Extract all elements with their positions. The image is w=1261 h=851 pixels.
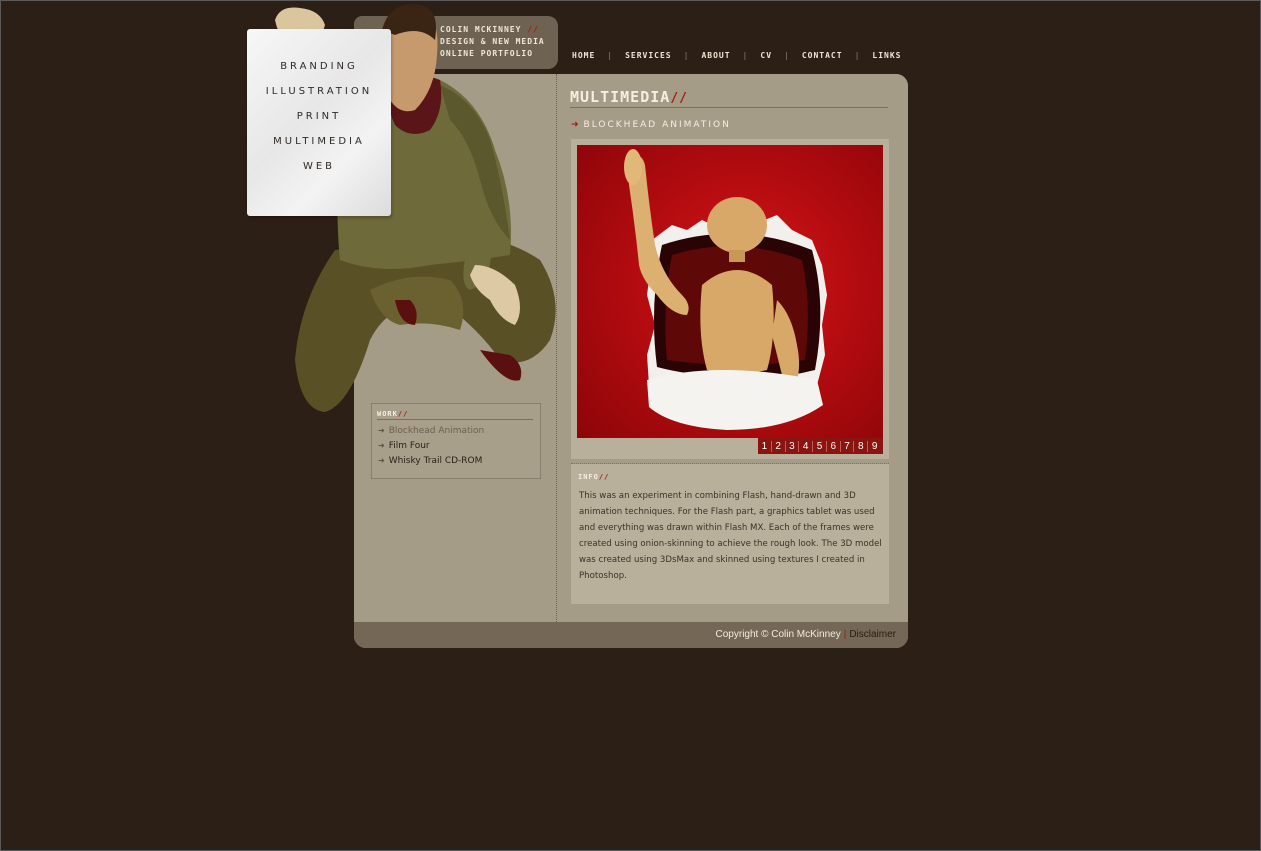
- page-9-link[interactable]: 9: [867, 440, 881, 452]
- footer-separator: |: [843, 629, 847, 640]
- info-label-text: INFO: [578, 473, 599, 481]
- work-label: WORK//: [377, 410, 408, 418]
- section-title: MULTIMEDIA//: [570, 88, 688, 106]
- menu-item-print[interactable]: PRINT: [247, 110, 391, 135]
- work-item-label: Blockhead Animation: [388, 426, 485, 436]
- nav-cv[interactable]: CV: [754, 51, 778, 60]
- section-title-text: MULTIMEDIA: [570, 88, 671, 106]
- nav-home[interactable]: HOME: [566, 51, 601, 60]
- nav-separator: |: [607, 50, 614, 60]
- project-title: ➜ BLOCKHEAD ANIMATION: [571, 120, 731, 130]
- work-item-blockhead-animation[interactable]: ➜ Blockhead Animation: [378, 426, 484, 441]
- work-item-whisky-trail[interactable]: ➜ Whisky Trail CD-ROM: [378, 456, 484, 471]
- image-pager: 1 2 3 4 5 6 7 8 9: [758, 438, 883, 454]
- arrow-icon: ➜: [378, 456, 385, 465]
- work-item-label: Film Four: [388, 441, 430, 451]
- section-title-slash: //: [670, 91, 688, 106]
- footer-bar: Copyright © Colin McKinney | Disclaimer: [354, 622, 908, 648]
- nav-contact[interactable]: CONTACT: [796, 51, 849, 60]
- info-label-slash: //: [598, 473, 610, 481]
- copyright-text: Copyright © Colin McKinney: [715, 629, 841, 640]
- nav-separator: |: [854, 50, 861, 60]
- page-3-link[interactable]: 3: [784, 440, 799, 452]
- arrow-icon: ➜: [378, 426, 385, 435]
- nav-separator: |: [784, 50, 790, 60]
- project-title-text: BLOCKHEAD ANIMATION: [583, 120, 731, 130]
- work-list: ➜ Blockhead Animation ➜ Film Four ➜ Whisky …: [378, 426, 484, 471]
- category-menu: BRANDING ILLUSTRATION PRINT MULTIMEDIA W…: [247, 60, 391, 185]
- menu-item-web[interactable]: WEB: [247, 160, 391, 185]
- page-6-link[interactable]: 6: [825, 440, 840, 452]
- arrow-icon: ➜: [571, 120, 581, 130]
- page-5-link[interactable]: 5: [812, 440, 826, 452]
- menu-item-illustration[interactable]: ILLUSTRATION: [247, 85, 391, 110]
- menu-item-branding[interactable]: BRANDING: [247, 60, 391, 85]
- page-1-link[interactable]: 1: [758, 441, 771, 452]
- page-7-link[interactable]: 7: [839, 440, 854, 452]
- top-nav: HOME | SERVICES | ABOUT | CV | CONTACT |…: [566, 48, 906, 62]
- work-divider: [377, 419, 533, 420]
- info-label: INFO//: [578, 473, 609, 481]
- nav-separator: |: [742, 50, 749, 60]
- work-item-label: Whisky Trail CD-ROM: [388, 456, 483, 466]
- arrow-icon: ➜: [378, 441, 385, 450]
- footer-text: Copyright © Colin McKinney | Disclaimer: [716, 629, 896, 640]
- work-item-film-four[interactable]: ➜ Film Four: [378, 441, 484, 456]
- work-label-slash: //: [397, 410, 409, 418]
- menu-item-multimedia[interactable]: MULTIMEDIA: [247, 135, 391, 160]
- project-description: This was an experiment in combining Flas…: [579, 491, 882, 581]
- title-divider: [570, 107, 888, 108]
- nav-separator: |: [683, 50, 690, 60]
- nav-links[interactable]: LINKS: [866, 51, 907, 60]
- page-2-link[interactable]: 2: [770, 440, 785, 452]
- blockhead-artwork: [624, 149, 827, 430]
- page-8-link[interactable]: 8: [853, 440, 867, 452]
- page-4-link[interactable]: 4: [798, 440, 812, 452]
- disclaimer-link[interactable]: Disclaimer: [849, 629, 896, 640]
- nav-about[interactable]: ABOUT: [695, 51, 736, 60]
- nav-services[interactable]: SERVICES: [619, 51, 678, 60]
- work-label-text: WORK: [377, 410, 398, 418]
- project-image: [577, 145, 883, 438]
